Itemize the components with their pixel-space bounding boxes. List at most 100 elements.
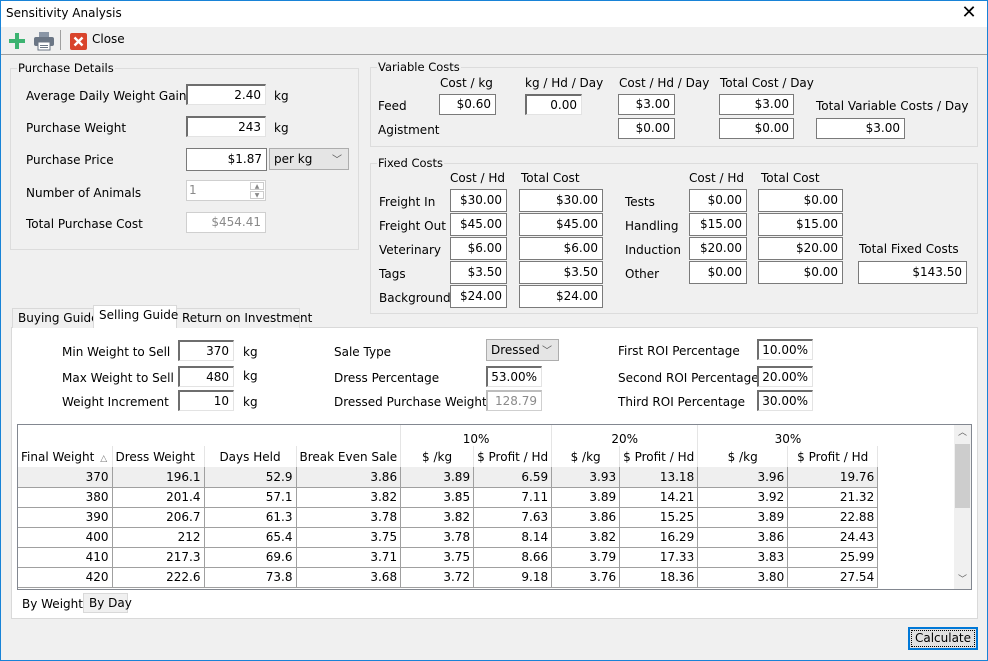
- spin-down-icon[interactable]: ▼: [250, 191, 264, 199]
- column-header[interactable]: $ /kg: [400, 446, 475, 467]
- fixed-cost-per-head-input[interactable]: $0.00: [689, 261, 747, 284]
- total-variable-costs-field[interactable]: $3.00: [816, 118, 905, 139]
- table-cell: 3.82: [400, 507, 475, 528]
- table-cell: 3.82: [551, 527, 621, 548]
- fixed-cost-total-field[interactable]: $45.00: [519, 213, 603, 236]
- printer-icon: [34, 32, 54, 51]
- table-row[interactable]: 400 212 65.4 3.75 3.78 8.14 3.82 16.29 3.86 24.43: [18, 527, 879, 548]
- scroll-down-icon[interactable]: ﹀: [954, 572, 971, 589]
- table-cell: 15.25: [619, 507, 699, 528]
- tab-buying-guide[interactable]: Buying Guide: [12, 308, 99, 328]
- fixed-cost-total-field[interactable]: $0.00: [758, 261, 843, 284]
- table-row[interactable]: 370 196.1 52.9 3.86 3.89 6.59 3.93 13.18 3.96 19.…: [18, 467, 879, 488]
- adwg-input[interactable]: 2.40: [186, 84, 266, 105]
- column-header-label: $ /kg: [727, 449, 758, 464]
- table-row[interactable]: 410 217.3 69.6 3.71 3.75 8.66 3.79 17.33 3.83 25.…: [18, 547, 879, 568]
- fixed-cost-per-head-input[interactable]: $0.00: [689, 189, 747, 212]
- column-header-row: Final Weight △ Dress Weight Days Held Break …: [18, 446, 879, 467]
- window-close-button[interactable]: ✕: [959, 3, 979, 23]
- fixed-cost-total-field[interactable]: $24.00: [519, 285, 603, 308]
- close-red-icon: [70, 33, 87, 50]
- selling-guide-grid[interactable]: 10% 20% 30% Final Weight △ Dress Weight Day…: [17, 424, 972, 590]
- table-cell: 206.7: [112, 507, 205, 528]
- feed-cost-kg-input[interactable]: $0.60: [439, 94, 496, 115]
- column-header[interactable]: Final Weight △: [18, 446, 113, 467]
- tab-return-on-investment[interactable]: Return on Investment: [176, 308, 312, 328]
- price-unit-value: per kg: [274, 152, 313, 166]
- agistment-total-cost-day-field[interactable]: $0.00: [719, 118, 794, 139]
- calculate-button[interactable]: Calculate: [908, 627, 978, 650]
- column-header[interactable]: $ Profit / Hd: [473, 446, 553, 467]
- spin-up-icon[interactable]: ▲: [250, 182, 264, 190]
- agistment-cost-hd-day-field[interactable]: $0.00: [618, 118, 675, 139]
- toolbar: Close: [1, 27, 987, 55]
- first-roi-input[interactable]: 10.00%: [757, 339, 813, 360]
- table-row[interactable]: 380 201.4 57.1 3.82 3.85 7.11 3.89 14.21 3.92 21.…: [18, 487, 879, 508]
- fixed-cost-total-field[interactable]: $15.00: [758, 213, 843, 236]
- weight-increment-input[interactable]: 10: [178, 390, 234, 411]
- feed-cost-hd-day-field[interactable]: $3.00: [618, 94, 675, 115]
- sale-type-select[interactable]: Dressed ﹀: [486, 339, 559, 361]
- table-cell: 390: [18, 507, 113, 528]
- fixed-cost-total-field[interactable]: $30.00: [519, 189, 603, 212]
- feed-kg-hd-day-input[interactable]: 0.00: [525, 94, 582, 115]
- table-row[interactable]: 390 206.7 61.3 3.78 3.82 7.63 3.86 15.25 3.89 22.…: [18, 507, 879, 528]
- number-of-animals-spinner[interactable]: 1 ▲ ▼: [186, 180, 266, 201]
- group-header-blank: [18, 425, 401, 446]
- table-cell: 21.32: [787, 487, 879, 508]
- column-header[interactable]: $ /kg: [697, 446, 789, 467]
- scroll-thumb[interactable]: [955, 444, 970, 508]
- max-weight-input[interactable]: 480: [178, 366, 234, 387]
- total-fixed-costs-field[interactable]: $143.50: [858, 261, 967, 284]
- column-header[interactable]: Dress Weight: [112, 446, 205, 467]
- fixed-cost-label: Other: [625, 267, 660, 281]
- tab-by-day[interactable]: By Day: [83, 593, 132, 613]
- column-header[interactable]: Days Held: [204, 446, 297, 467]
- table-cell: 3.96: [697, 467, 789, 488]
- column-header[interactable]: $ Profit / Hd: [787, 446, 879, 467]
- column-header[interactable]: $ /kg: [551, 446, 621, 467]
- group-header-roi-3: 30%: [697, 425, 878, 446]
- fixed-cost-per-head-input[interactable]: $3.50: [450, 261, 507, 284]
- title-bar: Sensitivity Analysis ✕: [1, 1, 987, 27]
- print-button[interactable]: [33, 30, 55, 52]
- fixed-cost-per-head-input[interactable]: $24.00: [450, 285, 507, 308]
- fixed-cost-total-field[interactable]: $0.00: [758, 189, 843, 212]
- price-unit-select[interactable]: per kg ﹀: [269, 148, 349, 170]
- tab-selling-guide[interactable]: Selling Guide: [93, 305, 178, 328]
- fixed-cost-label: Veterinary: [379, 243, 442, 257]
- weight-increment-label: Weight Increment: [62, 395, 169, 409]
- scroll-up-icon[interactable]: ︿: [954, 425, 971, 442]
- column-header-label: $ Profit / Hd: [477, 449, 549, 464]
- fixed-cost-total-field[interactable]: $6.00: [519, 237, 603, 260]
- table-row[interactable]: 420 222.6 73.8 3.68 3.72 9.18 3.76 18.36 3.80 27.…: [18, 567, 879, 588]
- second-roi-input[interactable]: 20.00%: [757, 366, 813, 387]
- column-header-label: $ Profit / Hd: [797, 449, 869, 464]
- dressed-purchase-weight-field: 128.79: [486, 390, 542, 411]
- table-cell: 420: [18, 567, 113, 588]
- feed-total-cost-day-field[interactable]: $3.00: [719, 94, 794, 115]
- purchase-price-input[interactable]: $1.87: [186, 148, 267, 171]
- purchase-weight-input[interactable]: 243: [186, 116, 266, 137]
- min-weight-input[interactable]: 370: [178, 340, 234, 361]
- third-roi-label: Third ROI Percentage: [618, 395, 746, 409]
- table-cell: 22.88: [787, 507, 879, 528]
- fixed-cost-total-field[interactable]: $20.00: [758, 237, 843, 260]
- table-cell: 3.85: [400, 487, 475, 508]
- fixed-cost-per-head-input[interactable]: $45.00: [450, 213, 507, 236]
- fixed-cost-total-field[interactable]: $3.50: [519, 261, 603, 284]
- table-cell: 69.6: [204, 547, 297, 568]
- column-header[interactable]: $ Profit / Hd: [619, 446, 699, 467]
- tab-by-weight[interactable]: By Weight: [17, 593, 83, 615]
- column-header[interactable]: Break Even Sale: [296, 446, 402, 467]
- dress-percentage-input[interactable]: 53.00%: [486, 366, 542, 387]
- add-button[interactable]: [7, 30, 27, 52]
- fixed-cost-per-head-input[interactable]: $6.00: [450, 237, 507, 260]
- third-roi-input[interactable]: 30.00%: [757, 390, 813, 411]
- fixed-cost-per-head-input[interactable]: $30.00: [450, 189, 507, 212]
- sale-type-label: Sale Type: [334, 345, 392, 359]
- vertical-scrollbar[interactable]: ︿ ﹀: [954, 425, 971, 589]
- toolbar-separator: [60, 30, 61, 50]
- fixed-cost-per-head-input[interactable]: $15.00: [689, 213, 747, 236]
- fixed-cost-per-head-input[interactable]: $20.00: [689, 237, 747, 260]
